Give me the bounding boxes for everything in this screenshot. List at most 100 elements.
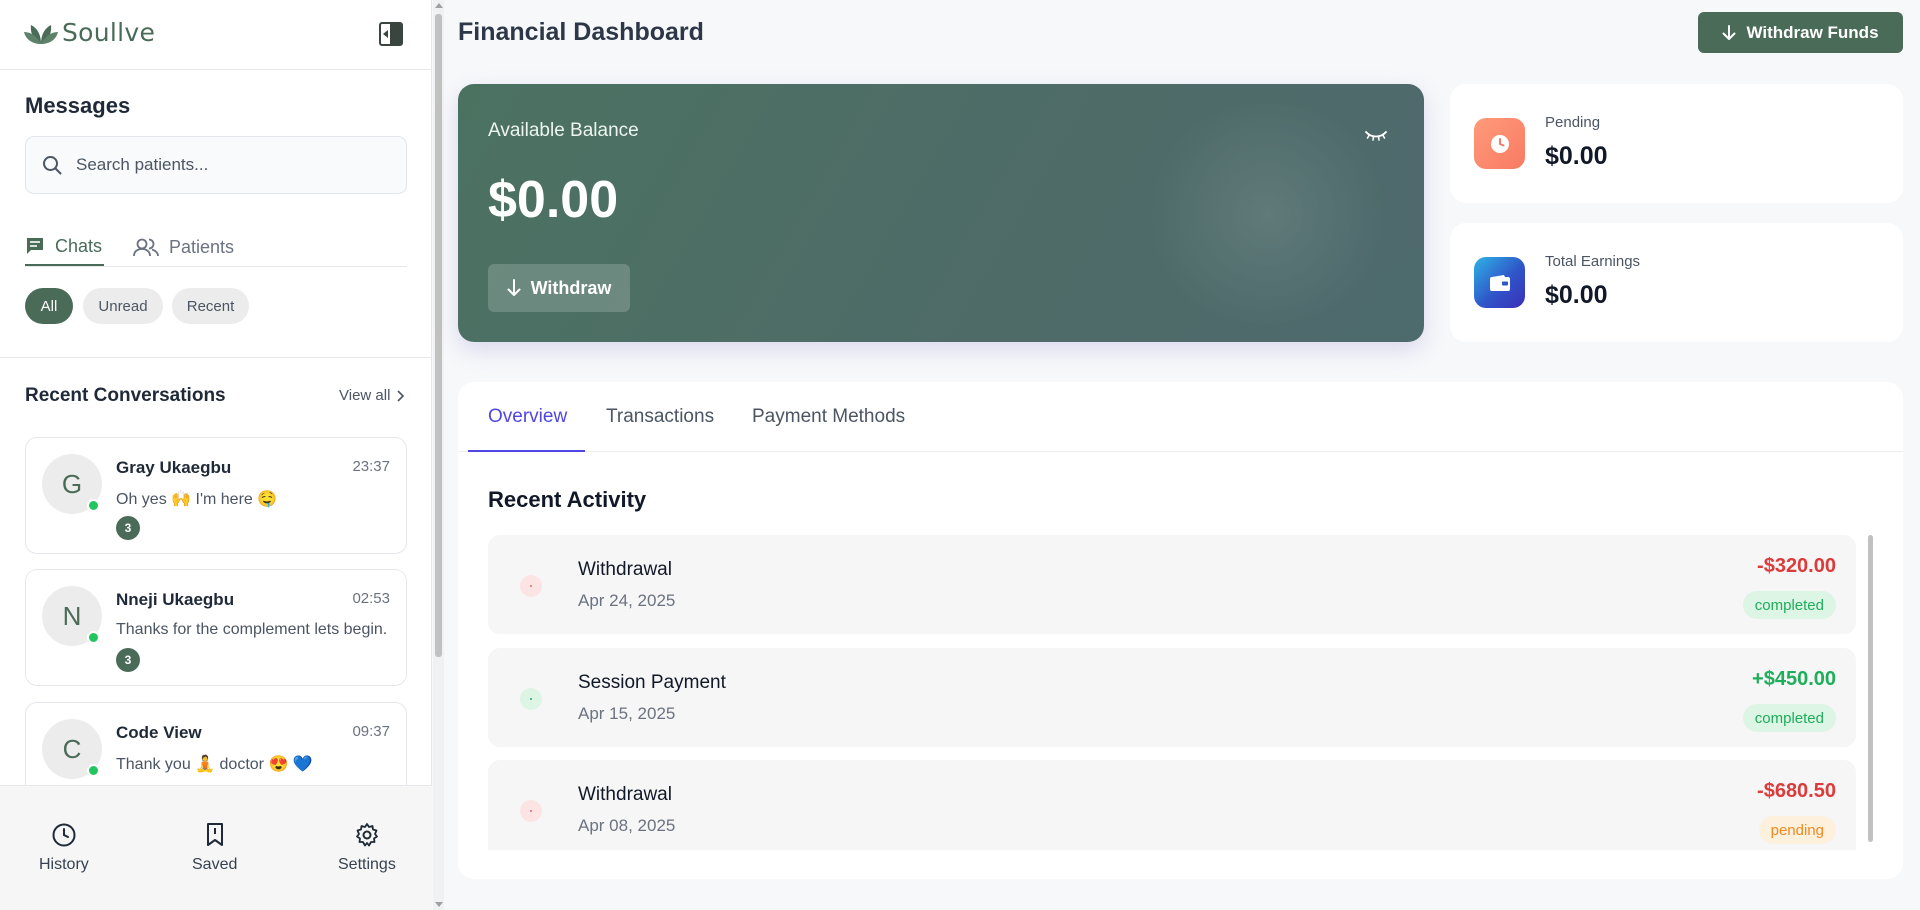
conversation-item[interactable]: N Nneji Ukaegbu 02:53 Thanks for the com… bbox=[25, 569, 407, 686]
activity-item[interactable]: Session Payment Apr 15, 2025 +$450.00 co… bbox=[488, 648, 1856, 747]
status-badge: pending bbox=[1758, 816, 1836, 844]
online-indicator bbox=[87, 631, 100, 644]
brand-name: Soullve bbox=[62, 18, 156, 47]
tab-payment-methods[interactable]: Payment Methods bbox=[752, 406, 905, 428]
activity-item[interactable]: Withdrawal Apr 08, 2025 -$680.50 pending bbox=[488, 760, 1856, 850]
divider bbox=[0, 357, 432, 358]
withdraw-label: Withdraw bbox=[530, 277, 612, 298]
search-icon bbox=[43, 156, 62, 175]
conversation-preview: Thanks for the complement lets begin. bbox=[116, 621, 388, 638]
total-earnings-value: $0.00 bbox=[1545, 281, 1608, 309]
leaf-logo-icon bbox=[24, 24, 58, 44]
online-indicator bbox=[87, 764, 100, 777]
recent-activity-title: Recent Activity bbox=[488, 487, 647, 512]
gear-icon bbox=[356, 823, 378, 847]
clock-icon bbox=[52, 823, 76, 847]
activity-item[interactable]: Withdrawal Apr 24, 2025 -$320.00 complet… bbox=[488, 535, 1856, 634]
view-all-link[interactable]: View all bbox=[339, 387, 405, 404]
conversation-preview: Thank you 🧘 doctor 😍 💙 bbox=[116, 756, 313, 773]
conversation-time: 23:37 bbox=[352, 458, 390, 475]
activity-title: Withdrawal bbox=[578, 784, 672, 805]
pending-icon-tile bbox=[1474, 118, 1525, 169]
activity-amount: -$320.00 bbox=[1757, 555, 1836, 577]
users-icon bbox=[133, 238, 159, 257]
sidebar-scrollbar[interactable] bbox=[433, 0, 444, 910]
earnings-icon-tile bbox=[1474, 257, 1525, 308]
search-input[interactable] bbox=[76, 155, 376, 175]
arrow-down-icon bbox=[1722, 24, 1736, 40]
conversation-item[interactable]: G Gray Ukaegbu 23:37 Oh yes 🙌 I'm here 🤤… bbox=[25, 437, 407, 554]
decorative-glow bbox=[1138, 104, 1398, 324]
credit-indicator-icon bbox=[520, 688, 542, 710]
filter-unread-chip[interactable]: Unread bbox=[83, 288, 163, 324]
withdraw-button[interactable]: Withdraw bbox=[488, 264, 630, 312]
filter-all-chip[interactable]: All bbox=[25, 288, 73, 324]
tab-overview[interactable]: Overview bbox=[488, 406, 567, 428]
pending-label: Pending bbox=[1545, 114, 1601, 131]
scroll-down-arrow-icon[interactable] bbox=[435, 902, 443, 907]
sidebar: Soullve Messages Chats Patient bbox=[0, 0, 432, 910]
nav-history[interactable]: History bbox=[39, 822, 89, 874]
activity-date: Apr 24, 2025 bbox=[578, 591, 676, 610]
activity-date: Apr 15, 2025 bbox=[578, 704, 676, 723]
view-all-label: View all bbox=[339, 387, 391, 404]
status-badge: completed bbox=[1742, 591, 1836, 619]
nav-settings-label: Settings bbox=[338, 856, 396, 873]
unread-count-badge: 3 bbox=[116, 648, 140, 672]
activity-title: Withdrawal bbox=[578, 559, 672, 580]
tab-patients-label: Patients bbox=[169, 236, 235, 257]
conversation-name: Nneji Ukaegbu bbox=[116, 590, 235, 609]
arrow-down-icon bbox=[507, 279, 521, 296]
scrollbar-thumb[interactable] bbox=[435, 14, 442, 657]
active-tab-underline bbox=[468, 450, 585, 452]
balance-card: Available Balance $0.00 Withdraw bbox=[458, 84, 1424, 342]
balance-amount: $0.00 bbox=[488, 171, 619, 229]
tab-chats[interactable]: Chats bbox=[25, 228, 104, 266]
activity-scrollbar[interactable] bbox=[1868, 535, 1873, 842]
conversation-time: 09:37 bbox=[352, 723, 390, 740]
tab-patients[interactable]: Patients bbox=[133, 228, 234, 266]
collapse-sidebar-icon[interactable] bbox=[379, 22, 403, 46]
finance-tabs: Overview Transactions Payment Methods bbox=[458, 382, 1903, 452]
activity-title: Session Payment bbox=[578, 672, 726, 693]
withdraw-funds-label: Withdraw Funds bbox=[1746, 22, 1879, 42]
total-earnings-card: Total Earnings $0.00 bbox=[1450, 223, 1903, 342]
total-earnings-label: Total Earnings bbox=[1545, 253, 1641, 270]
sidebar-tabs: Chats Patients bbox=[25, 228, 407, 267]
debit-indicator-icon bbox=[520, 800, 542, 822]
withdraw-funds-button[interactable]: Withdraw Funds bbox=[1698, 12, 1903, 53]
filter-recent-chip[interactable]: Recent bbox=[172, 288, 249, 324]
nav-saved-label: Saved bbox=[192, 856, 238, 873]
brand-logo[interactable]: Soullve bbox=[24, 18, 155, 47]
conversation-preview: Oh yes 🙌 I'm here 🤤 bbox=[116, 491, 278, 508]
nav-saved[interactable]: Saved bbox=[192, 822, 237, 874]
search-field[interactable] bbox=[25, 136, 407, 194]
conversation-name: Code View bbox=[116, 723, 202, 742]
recent-conversations-title: Recent Conversations bbox=[25, 385, 226, 406]
conversation-time: 02:53 bbox=[352, 590, 390, 607]
chevron-right-icon bbox=[397, 389, 405, 402]
bottom-nav: History Saved Settings bbox=[0, 785, 432, 910]
bookmark-icon bbox=[206, 823, 223, 846]
divider bbox=[0, 69, 432, 70]
tab-chats-label: Chats bbox=[55, 235, 103, 256]
eye-off-icon[interactable] bbox=[1364, 126, 1388, 142]
nav-history-label: History bbox=[39, 856, 89, 873]
page-title: Financial Dashboard bbox=[458, 18, 704, 46]
tab-transactions[interactable]: Transactions bbox=[606, 406, 714, 428]
wallet-icon bbox=[1489, 274, 1510, 291]
pending-card: Pending $0.00 bbox=[1450, 84, 1903, 203]
debit-indicator-icon bbox=[520, 575, 542, 597]
finance-tabs-panel: Overview Transactions Payment Methods Re… bbox=[458, 382, 1903, 879]
clock-icon bbox=[1490, 134, 1509, 153]
nav-settings[interactable]: Settings bbox=[338, 822, 396, 874]
activity-date: Apr 08, 2025 bbox=[578, 816, 676, 835]
activity-amount: +$450.00 bbox=[1752, 668, 1836, 690]
pending-value: $0.00 bbox=[1545, 142, 1608, 170]
activity-list: Withdrawal Apr 24, 2025 -$320.00 complet… bbox=[488, 535, 1881, 850]
scroll-up-arrow-icon[interactable] bbox=[435, 3, 443, 8]
online-indicator bbox=[87, 499, 100, 512]
unread-count-badge: 3 bbox=[116, 516, 140, 540]
chat-icon bbox=[27, 238, 43, 254]
status-badge: completed bbox=[1742, 704, 1836, 732]
